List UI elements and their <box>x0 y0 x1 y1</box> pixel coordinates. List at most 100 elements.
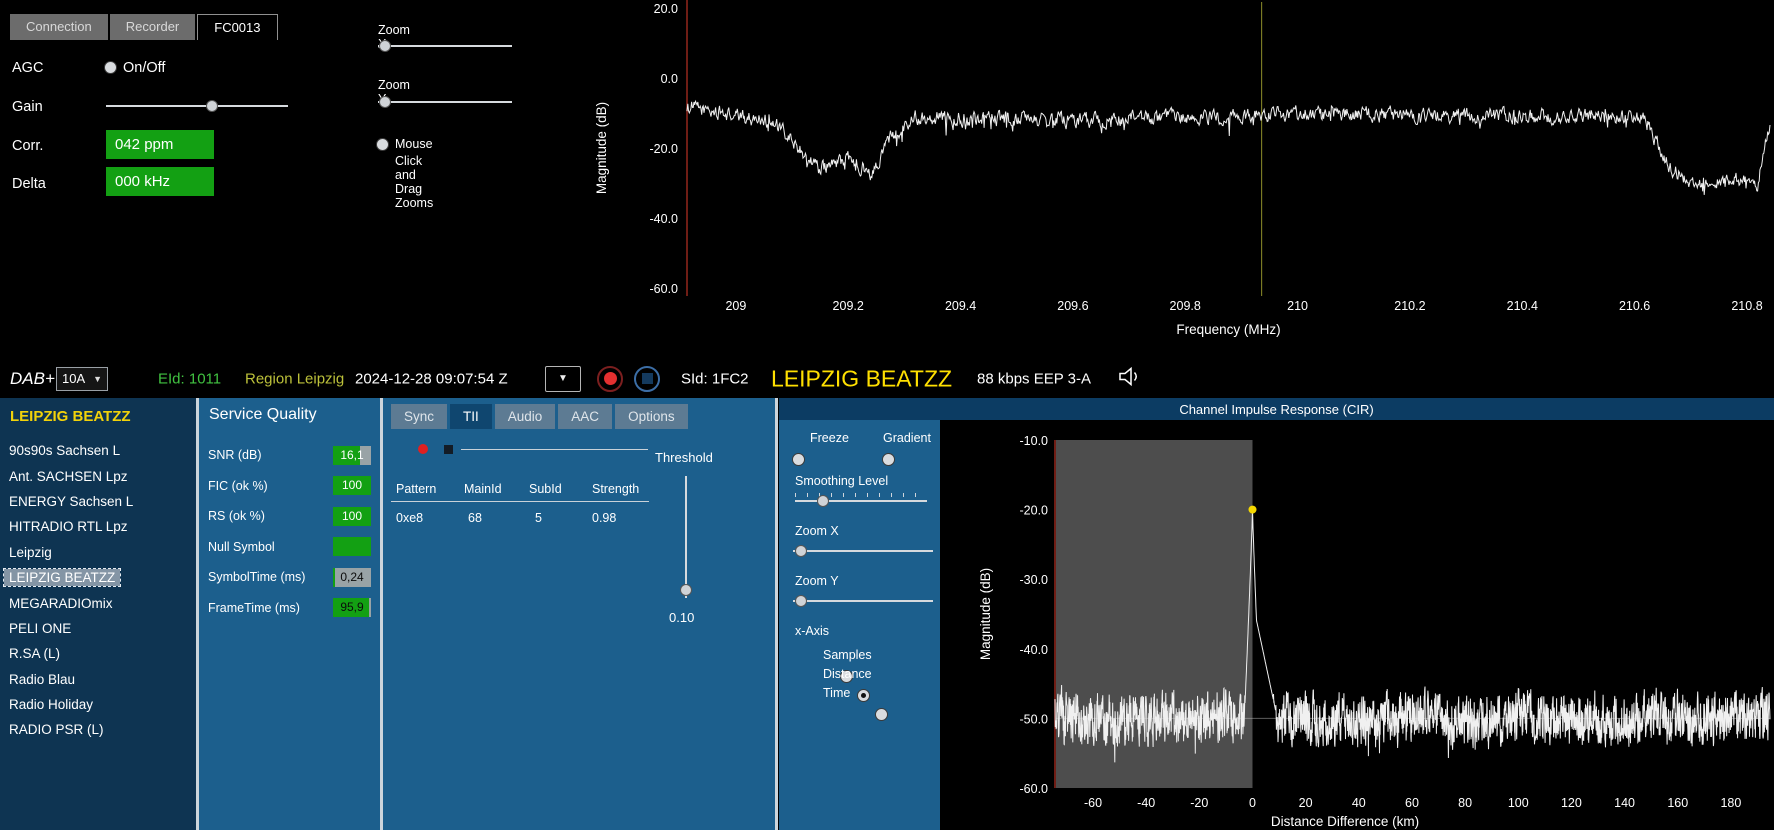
zoom-x-slider[interactable] <box>378 40 512 52</box>
service-list-title: LEIPZIG BEATZZ <box>10 408 131 425</box>
svg-text:-40.0: -40.0 <box>650 212 679 226</box>
svg-text:160: 160 <box>1667 796 1688 810</box>
quality-indicator <box>333 537 371 556</box>
preset-dropdown-button[interactable]: ▼ <box>545 366 581 392</box>
tab-aac[interactable]: AAC <box>558 404 612 429</box>
freeze-radio[interactable] <box>792 453 805 466</box>
svg-text:0.0: 0.0 <box>661 72 678 86</box>
agc-option-label: On/Off <box>123 60 165 76</box>
delta-label: Delta <box>12 176 46 192</box>
svg-text:209: 209 <box>725 299 746 313</box>
tab-label: Audio <box>508 409 543 424</box>
xaxis-distance-radio[interactable] <box>857 689 870 702</box>
service-item[interactable]: ENERGY Sachsen L <box>4 489 194 514</box>
svg-text:-20.0: -20.0 <box>650 142 679 156</box>
svg-text:120: 120 <box>1561 796 1582 810</box>
svg-text:80: 80 <box>1458 796 1472 810</box>
smoothing-label: Smoothing Level <box>795 474 888 488</box>
slider-track <box>795 500 927 502</box>
quality-label: Null Symbol <box>208 540 275 554</box>
mouse-zoom-radio[interactable] <box>376 138 389 151</box>
mouse-hint: Click and Drag Zooms <box>395 154 433 210</box>
threshold-slider[interactable] <box>679 476 693 598</box>
datetime: 2024-12-28 09:07:54 Z <box>355 370 508 387</box>
slider-knob[interactable] <box>795 595 807 607</box>
spectrum-plot: 20.00.0-20.0-40.0-60.0209209.2209.4209.6… <box>520 0 1774 352</box>
service-item[interactable]: HITRADIO RTL Lpz <box>4 514 194 539</box>
svg-text:-40: -40 <box>1137 796 1155 810</box>
col-header-mainid: MainId <box>464 482 502 496</box>
channel-select[interactable]: 10A ▼ <box>56 367 108 391</box>
tab-label: TII <box>463 409 479 424</box>
quality-row: SNR (dB) 16,1 <box>199 440 380 471</box>
tab-label: AAC <box>571 409 599 424</box>
service-item[interactable]: Radio Blau <box>4 667 194 692</box>
xaxis-time-radio[interactable] <box>875 708 888 721</box>
tab-sync[interactable]: Sync <box>391 404 447 429</box>
quality-value: 0,24 <box>333 568 371 587</box>
quality-value <box>333 537 371 556</box>
service-item[interactable]: Ant. SACHSEN Lpz <box>4 463 194 488</box>
slider-knob[interactable] <box>680 584 692 596</box>
svg-text:209.2: 209.2 <box>833 299 864 313</box>
svg-text:210.2: 210.2 <box>1394 299 1425 313</box>
smoothing-slider[interactable] <box>795 495 927 507</box>
tab-recorder[interactable]: Recorder <box>110 14 195 40</box>
service-item[interactable]: Radio Holiday <box>4 692 194 717</box>
tab-fc0013[interactable]: FC0013 <box>197 14 277 40</box>
tab-options[interactable]: Options <box>615 404 688 429</box>
gradient-radio[interactable] <box>882 453 895 466</box>
gain-slider[interactable] <box>106 100 288 112</box>
splitter[interactable] <box>775 398 778 830</box>
zoom-y-slider[interactable] <box>378 96 512 108</box>
slider-track <box>378 45 512 47</box>
service-item[interactable]: LEIPZIG BEATZZ <box>4 565 194 590</box>
tii-cell-pattern: 0xe8 <box>396 511 423 525</box>
service-item[interactable]: 90s90s Sachsen L <box>4 438 194 463</box>
slider-track <box>793 550 933 552</box>
quality-indicator: 0,24 <box>333 568 371 587</box>
xaxis-time-label: Time <box>823 686 850 700</box>
gain-label: Gain <box>12 99 43 115</box>
service-item-label: MEGARADIOmix <box>4 595 118 612</box>
bottom-area: LEIPZIG BEATZZ 90s90s Sachsen L Ant. SAC… <box>0 398 1774 830</box>
svg-text:140: 140 <box>1614 796 1635 810</box>
svg-text:180: 180 <box>1720 796 1741 810</box>
service-item[interactable]: Leipzig <box>4 540 194 565</box>
tab-connection[interactable]: Connection <box>10 14 108 40</box>
record-icon <box>604 372 617 385</box>
service-item[interactable]: MEGARADIOmix <box>4 590 194 615</box>
slider-knob[interactable] <box>795 545 807 557</box>
toolbar: DAB+ 10A ▼ EId: 1011 Region Leipzig 2024… <box>0 359 1774 398</box>
tab-audio[interactable]: Audio <box>495 404 556 429</box>
stop-button[interactable] <box>634 366 660 392</box>
service-item-label: RADIO PSR (L) <box>4 721 109 738</box>
svg-text:Distance Difference (km): Distance Difference (km) <box>1271 814 1419 829</box>
service-item-label: R.SA (L) <box>4 645 65 662</box>
quality-row: FIC (ok %) 100 <box>199 471 380 502</box>
service-item[interactable]: PELI ONE <box>4 616 194 641</box>
tab-tii[interactable]: TII <box>450 404 492 429</box>
service-item-label: HITRADIO RTL Lpz <box>4 518 133 535</box>
slider-knob[interactable] <box>206 100 218 112</box>
cir-zoom-x-slider[interactable] <box>793 545 933 557</box>
service-item[interactable]: RADIO PSR (L) <box>4 717 194 742</box>
xaxis-group-label: x-Axis <box>795 624 829 638</box>
svg-text:0: 0 <box>1249 796 1256 810</box>
svg-text:-20: -20 <box>1190 796 1208 810</box>
svg-text:210: 210 <box>1287 299 1308 313</box>
agc-radio[interactable] <box>104 61 117 74</box>
slider-knob[interactable] <box>817 495 829 507</box>
mode-label: DAB+ <box>10 369 55 389</box>
record-button[interactable] <box>597 366 623 392</box>
slider-knob[interactable] <box>379 96 391 108</box>
service-item[interactable]: R.SA (L) <box>4 641 194 666</box>
svg-text:40: 40 <box>1352 796 1366 810</box>
cir-zoom-y-slider[interactable] <box>793 595 933 607</box>
slider-knob[interactable] <box>379 40 391 52</box>
svg-text:210.6: 210.6 <box>1619 299 1650 313</box>
ensemble-id: EId: 1011 <box>158 370 221 387</box>
svg-text:-20.0: -20.0 <box>1020 504 1049 518</box>
mute-button[interactable] <box>1118 365 1144 392</box>
svg-text:100: 100 <box>1508 796 1529 810</box>
